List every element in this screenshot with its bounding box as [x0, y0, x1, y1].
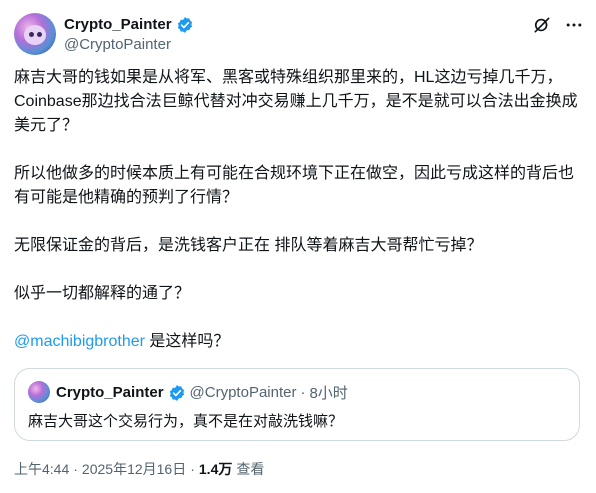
- avatar-face: [24, 25, 46, 45]
- tweet-mention-line: @machibigbrother 是这样吗？: [14, 330, 584, 354]
- meta-separator: ·: [73, 461, 78, 477]
- tweet-paragraph: 所以他做多的时候本质上有可能在合规环境下正在做空，因此亏成这样的背后也有可能是他…: [14, 165, 575, 206]
- views-label: 查看: [236, 461, 265, 477]
- quote-separator: ·: [300, 384, 306, 401]
- meta-separator: ·: [190, 461, 195, 477]
- more-icon[interactable]: [564, 15, 584, 35]
- tweet-paragraph: 无限保证金的背后，是洗钱客户正在 排队等着麻吉大哥帮忙亏掉？: [14, 237, 483, 254]
- mention-suffix: 是这样吗？: [144, 333, 230, 350]
- author-display-name[interactable]: Crypto_Painter: [64, 15, 172, 35]
- quote-display-name[interactable]: Crypto_Painter: [56, 384, 164, 401]
- avatar-eye: [37, 32, 42, 37]
- avatar-eye: [29, 32, 34, 37]
- views-count: 1.4万: [198, 461, 233, 477]
- quote-handle[interactable]: @CryptoPainter: [190, 384, 297, 401]
- mention-link[interactable]: @machibigbrother: [14, 333, 145, 350]
- verified-badge-icon[interactable]: [176, 16, 194, 34]
- quote-avatar[interactable]: [28, 381, 50, 403]
- tweet-header: Crypto_Painter @CryptoPainter: [14, 13, 584, 59]
- post-time[interactable]: 上午4:44: [14, 459, 69, 479]
- tweet-paragraph: 麻吉大哥的钱如果是从将军、黑客或特殊组织那里来的，HL这边亏掉几千万，Coinb…: [14, 69, 578, 134]
- author-name-row: Crypto_Painter: [64, 15, 194, 35]
- header-actions: [532, 15, 584, 35]
- tweet-meta: 上午4:44 · 2025年12月16日 · 1.4万 查看: [14, 459, 264, 479]
- quote-header: Crypto_Painter @CryptoPainter · 8小时: [56, 382, 348, 403]
- avatar[interactable]: [14, 13, 56, 55]
- tweet-paragraph: 似乎一切都解释的通了？: [14, 285, 191, 302]
- tweet-body: 麻吉大哥的钱如果是从将军、黑客或特殊组织那里来的，HL这边亏掉几千万，Coinb…: [14, 66, 584, 378]
- quote-text: 麻吉大哥这个交易行为，真不是在对敲洗钱嘛？: [28, 413, 344, 430]
- quoted-tweet[interactable]: Crypto_Painter @CryptoPainter · 8小时 麻吉大哥…: [14, 368, 580, 441]
- post-date[interactable]: 2025年12月16日: [82, 459, 186, 479]
- grok-icon[interactable]: [532, 15, 552, 35]
- author-handle[interactable]: @CryptoPainter: [64, 36, 171, 53]
- verified-badge-icon[interactable]: [168, 384, 186, 402]
- quote-time[interactable]: 8小时: [309, 382, 347, 403]
